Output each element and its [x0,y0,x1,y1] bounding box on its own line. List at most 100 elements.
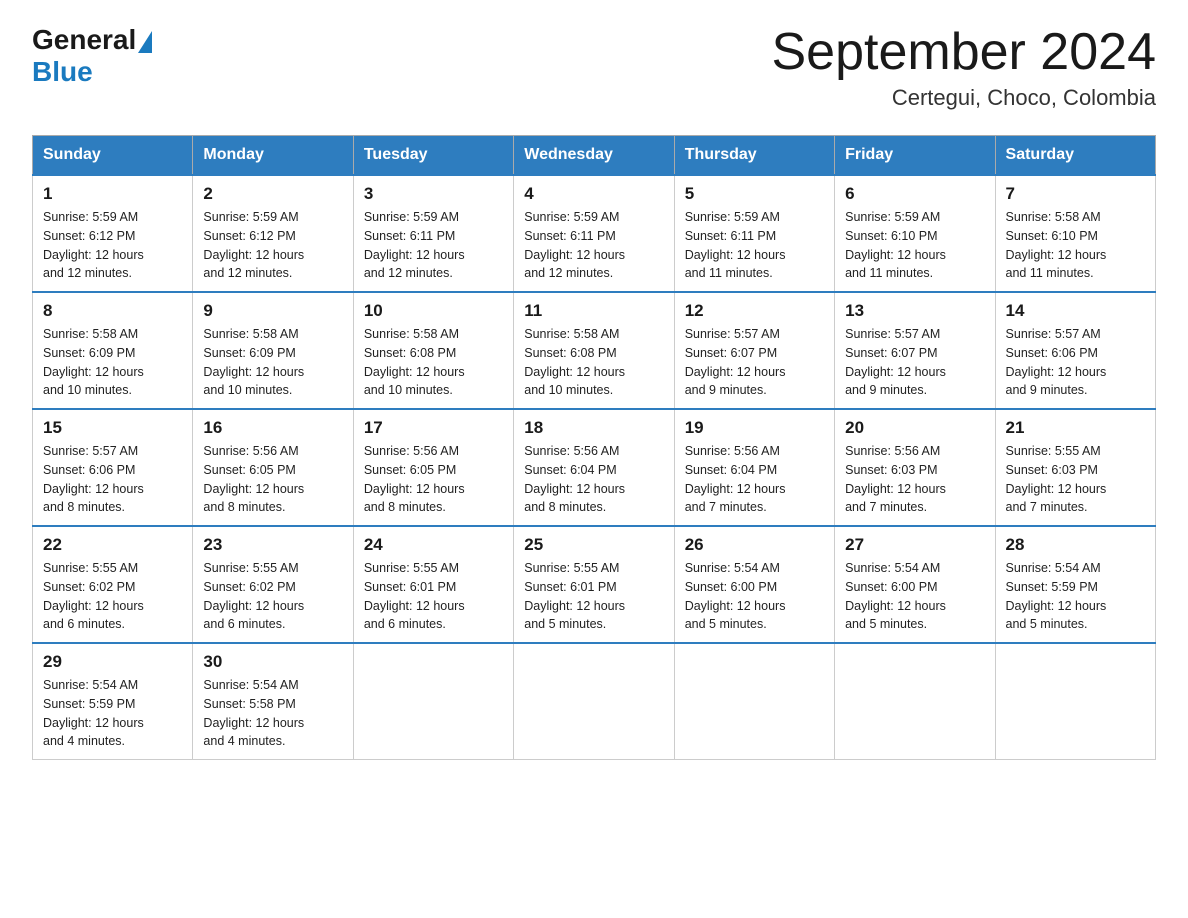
day-info: Sunrise: 5:59 AMSunset: 6:12 PMDaylight:… [203,208,342,283]
day-header-monday: Monday [193,136,353,176]
calendar-cell: 1 Sunrise: 5:59 AMSunset: 6:12 PMDaylight… [33,175,193,292]
calendar-cell [995,643,1155,760]
day-info: Sunrise: 5:59 AMSunset: 6:12 PMDaylight:… [43,208,182,283]
calendar-cell: 6 Sunrise: 5:59 AMSunset: 6:10 PMDaylight… [835,175,995,292]
calendar-cell: 14Sunrise: 5:57 AMSunset: 6:06 PMDayligh… [995,292,1155,409]
day-number: 20 [845,418,984,438]
logo-triangle-icon [138,31,152,53]
day-number: 21 [1006,418,1145,438]
days-header-row: SundayMondayTuesdayWednesdayThursdayFrid… [33,136,1156,176]
calendar-cell: 18 Sunrise: 5:56 AMSunset: 6:04 PMDayligh… [514,409,674,526]
calendar-cell: 27 Sunrise: 5:54 AMSunset: 6:00 PMDayligh… [835,526,995,643]
calendar-cell: 20 Sunrise: 5:56 AMSunset: 6:03 PMDayligh… [835,409,995,526]
day-header-wednesday: Wednesday [514,136,674,176]
day-number: 7 [1006,184,1145,204]
day-number: 11 [524,301,663,321]
calendar-cell: 2 Sunrise: 5:59 AMSunset: 6:12 PMDaylight… [193,175,353,292]
day-header-thursday: Thursday [674,136,834,176]
day-header-friday: Friday [835,136,995,176]
week-row-5: 29 Sunrise: 5:54 AMSunset: 5:59 PMDayligh… [33,643,1156,760]
day-info: Sunrise: 5:58 AMSunset: 6:09 PMDaylight:… [43,325,182,400]
day-info: Sunrise: 5:56 AMSunset: 6:05 PMDaylight:… [364,442,503,517]
day-number: 25 [524,535,663,555]
day-header-saturday: Saturday [995,136,1155,176]
calendar-cell: 4Sunrise: 5:59 AMSunset: 6:11 PMDaylight… [514,175,674,292]
day-number: 13 [845,301,984,321]
page-header: General Blue September 2024 Certegui, Ch… [32,24,1156,111]
day-header-tuesday: Tuesday [353,136,513,176]
day-number: 23 [203,535,342,555]
day-info: Sunrise: 5:59 AMSunset: 6:10 PMDaylight:… [845,208,984,283]
day-header-sunday: Sunday [33,136,193,176]
day-number: 26 [685,535,824,555]
calendar-cell: 24Sunrise: 5:55 AMSunset: 6:01 PMDayligh… [353,526,513,643]
day-info: Sunrise: 5:56 AMSunset: 6:03 PMDaylight:… [845,442,984,517]
calendar-cell: 11 Sunrise: 5:58 AMSunset: 6:08 PMDayligh… [514,292,674,409]
day-number: 1 [43,184,182,204]
day-info: Sunrise: 5:58 AMSunset: 6:08 PMDaylight:… [524,325,663,400]
day-info: Sunrise: 5:59 AMSunset: 6:11 PMDaylight:… [685,208,824,283]
day-info: Sunrise: 5:56 AMSunset: 6:05 PMDaylight:… [203,442,342,517]
logo: General Blue [32,24,152,88]
day-number: 3 [364,184,503,204]
calendar-cell [674,643,834,760]
day-number: 2 [203,184,342,204]
day-number: 27 [845,535,984,555]
calendar-cell: 16 Sunrise: 5:56 AMSunset: 6:05 PMDayligh… [193,409,353,526]
day-number: 19 [685,418,824,438]
calendar-cell [353,643,513,760]
day-info: Sunrise: 5:57 AMSunset: 6:07 PMDaylight:… [685,325,824,400]
calendar-cell: 12 Sunrise: 5:57 AMSunset: 6:07 PMDayligh… [674,292,834,409]
calendar-cell: 21Sunrise: 5:55 AMSunset: 6:03 PMDayligh… [995,409,1155,526]
day-info: Sunrise: 5:57 AMSunset: 6:07 PMDaylight:… [845,325,984,400]
calendar-cell: 7 Sunrise: 5:58 AMSunset: 6:10 PMDaylight… [995,175,1155,292]
day-number: 16 [203,418,342,438]
day-number: 15 [43,418,182,438]
day-info: Sunrise: 5:58 AMSunset: 6:10 PMDaylight:… [1006,208,1145,283]
calendar-cell [514,643,674,760]
calendar-cell: 28 Sunrise: 5:54 AMSunset: 5:59 PMDayligh… [995,526,1155,643]
calendar-cell: 13 Sunrise: 5:57 AMSunset: 6:07 PMDayligh… [835,292,995,409]
calendar-cell: 10 Sunrise: 5:58 AMSunset: 6:08 PMDayligh… [353,292,513,409]
day-number: 18 [524,418,663,438]
day-info: Sunrise: 5:58 AMSunset: 6:09 PMDaylight:… [203,325,342,400]
day-number: 9 [203,301,342,321]
day-info: Sunrise: 5:54 AMSunset: 5:59 PMDaylight:… [1006,559,1145,634]
calendar-table: SundayMondayTuesdayWednesdayThursdayFrid… [32,135,1156,760]
calendar-cell: 25 Sunrise: 5:55 AMSunset: 6:01 PMDayligh… [514,526,674,643]
day-number: 22 [43,535,182,555]
calendar-cell: 8 Sunrise: 5:58 AMSunset: 6:09 PMDaylight… [33,292,193,409]
logo-blue: Blue [32,56,93,87]
day-info: Sunrise: 5:54 AMSunset: 5:59 PMDaylight:… [43,676,182,751]
day-info: Sunrise: 5:54 AMSunset: 6:00 PMDaylight:… [845,559,984,634]
day-number: 24 [364,535,503,555]
calendar-cell: 19 Sunrise: 5:56 AMSunset: 6:04 PMDayligh… [674,409,834,526]
day-info: Sunrise: 5:59 AMSunset: 6:11 PMDaylight:… [364,208,503,283]
day-info: Sunrise: 5:55 AMSunset: 6:02 PMDaylight:… [203,559,342,634]
title-section: September 2024 Certegui, Choco, Colombia [772,24,1157,111]
day-number: 10 [364,301,503,321]
week-row-2: 8 Sunrise: 5:58 AMSunset: 6:09 PMDaylight… [33,292,1156,409]
calendar-cell: 5Sunrise: 5:59 AMSunset: 6:11 PMDaylight… [674,175,834,292]
day-number: 12 [685,301,824,321]
day-number: 6 [845,184,984,204]
calendar-title: September 2024 [772,24,1157,81]
calendar-cell: 3 Sunrise: 5:59 AMSunset: 6:11 PMDaylight… [353,175,513,292]
day-info: Sunrise: 5:55 AMSunset: 6:01 PMDaylight:… [524,559,663,634]
day-info: Sunrise: 5:56 AMSunset: 6:04 PMDaylight:… [524,442,663,517]
day-info: Sunrise: 5:54 AMSunset: 5:58 PMDaylight:… [203,676,342,751]
day-number: 28 [1006,535,1145,555]
day-info: Sunrise: 5:57 AMSunset: 6:06 PMDaylight:… [43,442,182,517]
day-number: 4 [524,184,663,204]
day-number: 29 [43,652,182,672]
calendar-subtitle: Certegui, Choco, Colombia [772,85,1157,111]
day-number: 17 [364,418,503,438]
day-info: Sunrise: 5:56 AMSunset: 6:04 PMDaylight:… [685,442,824,517]
day-info: Sunrise: 5:57 AMSunset: 6:06 PMDaylight:… [1006,325,1145,400]
calendar-cell: 22Sunrise: 5:55 AMSunset: 6:02 PMDayligh… [33,526,193,643]
week-row-4: 22 Sunrise: 5:55 AMSunset: 6:02 PMDayligh… [33,526,1156,643]
day-info: Sunrise: 5:58 AMSunset: 6:08 PMDaylight:… [364,325,503,400]
day-number: 8 [43,301,182,321]
logo-general: General [32,24,136,56]
week-row-3: 15 Sunrise: 5:57 AMSunset: 6:06 PMDayligh… [33,409,1156,526]
